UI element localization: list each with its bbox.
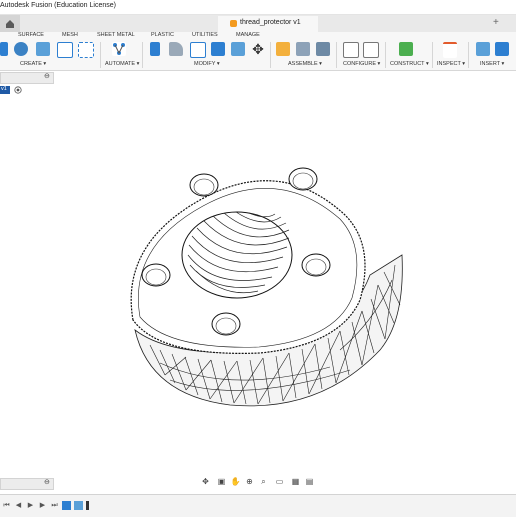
split-body-icon[interactable] [231,42,245,56]
timeline-back-icon[interactable]: ◀ [14,501,23,510]
fillet-icon[interactable] [169,42,183,56]
toolbar-ribbon: CREATE ▾ AUTOMATE ▾ ✥ MODIFY ▾ ASSEMBLE … [0,40,516,71]
timeline-marker[interactable] [86,501,89,510]
configure-icon[interactable] [343,42,359,58]
browser-panel-header[interactable]: ⊖ [0,72,54,84]
new-sketch-icon[interactable] [0,42,8,56]
new-tab-button[interactable]: + [493,17,499,28]
measure-icon[interactable] [443,42,457,58]
press-pull-icon[interactable] [150,42,160,56]
timeline-bar: ⏮ ◀ ▶ ▶ ⏭ [0,494,516,517]
assemble-menu[interactable]: ASSEMBLE ▾ [288,61,322,67]
timeline-extrude-feature-icon[interactable] [74,501,83,510]
grid-settings-icon[interactable]: ▦ [290,476,301,487]
comments-collapse-icon[interactable]: ⊖ [44,478,50,486]
extrude-icon[interactable] [14,42,28,56]
browser-collapse-icon[interactable]: ⊖ [44,72,50,80]
timeline-play-icon[interactable]: ▶ [26,501,35,510]
as-built-joint-icon[interactable] [316,42,330,56]
combine-icon[interactable] [211,42,225,56]
joint-icon[interactable] [296,42,310,56]
timeline-sketch-feature-icon[interactable] [62,501,71,510]
pattern-icon[interactable] [57,42,73,58]
zoom-window-icon[interactable]: ⌕ [258,476,269,487]
model-viewport[interactable] [0,95,516,475]
insert-menu[interactable]: INSERT ▾ [480,61,504,67]
tab-plastic[interactable]: PLASTIC [151,32,174,38]
timeline-last-icon[interactable]: ⏭ [50,501,59,510]
comments-panel-header[interactable]: ⊖ [0,478,54,490]
navigation-bar: ✥ ▣ ✋ ⊕ ⌕ ▭ ▦ ▤ [200,476,316,488]
shell-icon[interactable] [190,42,206,58]
thread-protector-model [130,167,403,407]
browser-root-row[interactable]: v1 [0,86,10,94]
box-icon[interactable] [78,42,94,58]
ribbon-separator [336,42,337,68]
ribbon-separator [385,42,386,68]
zoom-icon[interactable]: ⊕ [244,476,255,487]
tab-manage[interactable]: MANAGE [236,32,260,38]
insert-derive-icon[interactable] [476,42,490,56]
timeline-forward-icon[interactable]: ▶ [38,501,47,510]
title-bar: Autodesk Fusion (Education License) [0,0,516,15]
tab-surface[interactable]: SURFACE [18,32,44,38]
automate-menu[interactable]: AUTOMATE ▾ [105,61,139,67]
ribbon-separator [432,42,433,68]
workspace-tabs: SURFACE MESH SHEET METAL PLASTIC UTILITI… [0,32,516,40]
browser-root-label: v1 [1,86,7,92]
radio-target-icon[interactable] [14,86,22,94]
offset-plane-icon[interactable] [399,42,413,56]
tab-sheet-metal[interactable]: SHEET METAL [97,32,135,38]
ribbon-separator [142,42,143,68]
tab-mesh[interactable]: MESH [62,32,78,38]
configure-menu[interactable]: CONFIGURE ▾ [343,61,380,67]
revolve-icon[interactable] [36,42,50,56]
orbit-icon[interactable]: ✥ [200,476,211,487]
display-settings-icon[interactable]: ▭ [274,476,285,487]
document-icon [230,20,237,27]
automate-icon[interactable] [112,42,126,56]
window-title: Autodesk Fusion (Education License) [0,2,116,9]
configuration-table-icon[interactable] [363,42,379,58]
ribbon-separator [468,42,469,68]
home-icon [6,20,14,28]
insert-image-icon[interactable] [495,42,509,56]
tab-utilities[interactable]: UTILITIES [192,32,218,38]
document-tab-label: thread_protector v1 [240,19,301,26]
new-component-icon[interactable] [276,42,290,56]
modify-menu[interactable]: MODIFY ▾ [194,61,220,67]
timeline-first-icon[interactable]: ⏮ [2,501,11,510]
pan-icon[interactable]: ✋ [230,476,241,487]
inspect-menu[interactable]: INSPECT ▾ [437,61,465,67]
move-icon[interactable]: ✥ [251,42,265,56]
look-at-icon[interactable]: ▣ [216,476,227,487]
document-tab-strip: thread_protector v1 + [0,15,516,33]
construct-menu[interactable]: CONSTRUCT ▾ [390,61,429,67]
home-tab[interactable] [0,15,20,32]
ribbon-separator [270,42,271,68]
ribbon-separator [100,42,101,68]
document-tab[interactable]: thread_protector v1 [218,16,318,32]
create-menu[interactable]: CREATE ▾ [20,61,46,67]
viewports-icon[interactable]: ▤ [304,476,315,487]
